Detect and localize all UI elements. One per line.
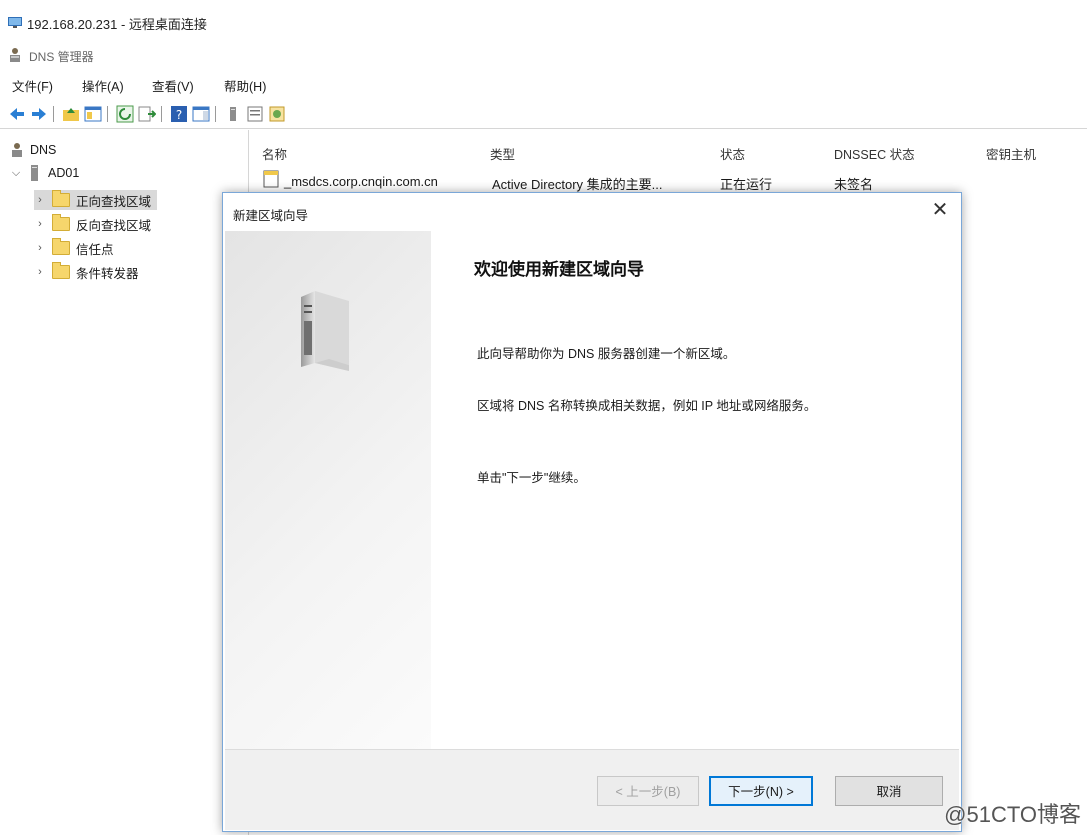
wizard-heading: 欢迎使用新建区域向导: [474, 260, 644, 279]
up-folder-icon[interactable]: [62, 105, 80, 123]
rdp-title-text: 192.168.20.231 - 远程桌面连接: [27, 17, 207, 32]
cell-type: Active Directory 集成的主要...: [492, 177, 663, 192]
tree-item-trust-points[interactable]: › 信任点: [34, 238, 114, 258]
menu-action[interactable]: 操作(A): [82, 76, 124, 95]
refresh-icon[interactable]: [116, 105, 134, 123]
wizard-paragraph-2: 区域将 DNS 名称转换成相关数据，例如 IP 地址或网络服务。: [477, 399, 817, 413]
menu-view[interactable]: 查看(V): [152, 76, 194, 95]
back-button[interactable]: < 上一步(B): [597, 776, 699, 806]
menu-bar: 文件(F) 操作(A) 查看(V) 帮助(H): [0, 72, 1087, 96]
dns-icon: [12, 143, 22, 157]
wizard-banner: [225, 231, 431, 749]
server-icon: [31, 165, 38, 181]
show-console-tree-icon[interactable]: [84, 105, 102, 123]
new-zone-wizard-dialog: 新建区域向导 ✕ 欢迎使用新建区域向导 此向导帮助你为 DNS 服务器创建一个新…: [222, 192, 962, 832]
toolbar-separator: [161, 106, 162, 122]
show-action-pane-icon[interactable]: [192, 105, 210, 123]
toolbar: ?: [0, 100, 1087, 129]
tree-item-conditional-forwarders[interactable]: › 条件转发器: [34, 262, 139, 282]
column-header-status[interactable]: 状态: [720, 144, 745, 163]
column-header-key-master[interactable]: 密钥主机: [986, 144, 1036, 163]
cell-dnssec: 未签名: [834, 177, 874, 192]
wizard-content: 欢迎使用新建区域向导 此向导帮助你为 DNS 服务器创建一个新区域。 区域将 D…: [431, 231, 958, 749]
folder-icon: [52, 214, 70, 231]
cancel-button[interactable]: 取消: [835, 776, 943, 806]
tree-item-label: 信任点: [76, 242, 114, 257]
app-title-bar: DNS 管理器: [0, 44, 1087, 68]
tree-server-ad01[interactable]: ⌵ AD01: [10, 163, 79, 183]
dialog-title: 新建区域向导: [233, 209, 309, 223]
toolbar-separator: [215, 106, 216, 122]
tree-server-label: AD01: [48, 166, 80, 180]
properties-icon[interactable]: [246, 105, 264, 123]
column-header-dnssec[interactable]: DNSSEC 状态: [834, 144, 915, 163]
toolbar-separator: [107, 106, 108, 122]
chevron-down-icon[interactable]: ⌵: [10, 167, 22, 180]
cell-name: _msdcs.corp.cnqin.com.cn: [284, 174, 438, 189]
folder-icon: [52, 190, 70, 207]
export-list-icon[interactable]: [138, 105, 156, 123]
tree-root-label: DNS: [30, 143, 57, 157]
remote-desktop-icon: [8, 17, 22, 28]
dns-manager-icon: [10, 48, 20, 62]
app-title-text: DNS 管理器: [29, 50, 94, 64]
tree-item-label: 反向查找区域: [76, 218, 152, 233]
tree-item-reverse-lookup[interactable]: › 反向查找区域: [34, 214, 151, 234]
server-illustration-icon: [301, 291, 349, 371]
watermark: @51CTO博客: [944, 802, 1081, 827]
back-arrow-icon[interactable]: [8, 105, 26, 123]
zone-file-icon: [263, 170, 279, 188]
tree-item-label: 条件转发器: [76, 266, 139, 281]
cell-status: 正在运行: [720, 177, 773, 192]
toolbar-separator: [53, 106, 54, 122]
tree-item-label: 正向查找区域: [76, 194, 152, 209]
column-header-name[interactable]: 名称: [262, 144, 287, 163]
rdp-title-bar: 192.168.20.231 - 远程桌面连接: [0, 0, 1087, 44]
folder-icon: [52, 262, 70, 279]
wizard-paragraph-1: 此向导帮助你为 DNS 服务器创建一个新区域。: [477, 347, 736, 361]
forward-arrow-icon[interactable]: [30, 105, 48, 123]
svg-text:?: ?: [176, 108, 182, 122]
chevron-right-icon[interactable]: ›: [34, 194, 46, 206]
wizard-button-bar: < 上一步(B) 下一步(N) > 取消: [225, 749, 959, 830]
tree-root-dns[interactable]: DNS: [10, 140, 56, 160]
wizard-paragraph-3: 单击"下一步"继续。: [477, 471, 586, 485]
menu-help[interactable]: 帮助(H): [224, 76, 266, 95]
server-icon[interactable]: [224, 105, 242, 123]
zone-icon[interactable]: [268, 105, 286, 123]
help-icon[interactable]: ?: [170, 105, 188, 123]
tree-item-forward-lookup[interactable]: › 正向查找区域: [34, 190, 158, 210]
chevron-right-icon[interactable]: ›: [34, 242, 46, 254]
folder-icon: [52, 238, 70, 255]
close-icon[interactable]: ✕: [929, 199, 951, 221]
chevron-right-icon[interactable]: ›: [34, 266, 46, 278]
console-tree: DNS ⌵ AD01 › 正向查找区域 › 反向查找区域 › 信任点 › 条件转…: [0, 130, 249, 835]
next-button[interactable]: 下一步(N) >: [709, 776, 813, 806]
chevron-right-icon[interactable]: ›: [34, 218, 46, 230]
column-header-type[interactable]: 类型: [490, 144, 515, 163]
menu-file[interactable]: 文件(F): [12, 76, 53, 95]
